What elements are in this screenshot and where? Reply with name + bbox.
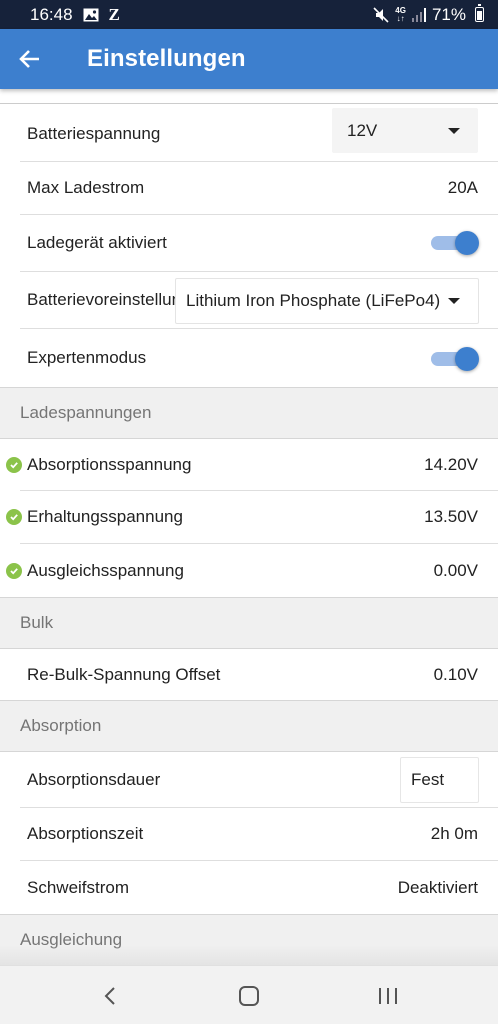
nav-recents-button[interactable]: [348, 966, 428, 1024]
status-time: 16:48: [30, 4, 73, 24]
tail-current-label: Schweifstrom: [27, 877, 130, 897]
float-voltage-row[interactable]: Erhaltungsspannung 13.50V: [6, 491, 498, 544]
max-charge-current-row[interactable]: Max Ladestrom 20A: [20, 162, 498, 215]
battery-preset-dropdown[interactable]: Lithium Iron Phosphate (LiFePo4): [175, 278, 479, 324]
absorption-duration-select[interactable]: Fest: [400, 757, 479, 803]
settings-list[interactable]: Batteriespannung 12V Max Ladestrom 20A L…: [0, 103, 498, 965]
expert-mode-label: Expertenmodus: [27, 348, 147, 367]
page-title: Einstellungen: [87, 45, 246, 72]
system-nav-bar: [0, 965, 498, 1024]
nav-back-button[interactable]: [70, 966, 150, 1024]
battery-icon: [475, 4, 484, 22]
rebulk-offset-value: 0.10V: [433, 664, 478, 684]
4g-icon: 4G ↓↑: [395, 5, 406, 23]
battery-voltage-dropdown[interactable]: 12V: [332, 108, 478, 153]
image-icon: [83, 8, 99, 22]
absorption-time-row[interactable]: Absorptionszeit 2h 0m: [20, 808, 498, 861]
equalization-voltage-row[interactable]: Ausgleichsspannung 0.00V: [6, 544, 498, 597]
tail-current-row[interactable]: Schweifstrom Deaktiviert: [20, 861, 498, 914]
arrow-left-icon: [18, 49, 40, 69]
z-icon: Z: [108, 4, 120, 24]
charger-enabled-row: Ladegerät aktiviert: [20, 215, 498, 272]
battery-preset-value: Lithium Iron Phosphate (LiFePo4): [186, 291, 441, 310]
caret-down-icon: [448, 298, 460, 304]
absorption-voltage-label: Absorptionsspannung: [27, 454, 192, 474]
equalization-voltage-label: Ausgleichsspannung: [27, 560, 184, 580]
battery-percent: 71%: [431, 4, 466, 24]
float-voltage-value: 13.50V: [424, 507, 478, 526]
absorption-voltage-row[interactable]: Absorptionsspannung 14.20V: [6, 439, 498, 491]
check-circle-icon: [6, 562, 22, 579]
section-header-bulk: Bulk: [0, 597, 498, 649]
signal-icon: [411, 7, 426, 22]
tail-current-value: Deaktiviert: [397, 877, 478, 897]
app-bar: Einstellungen: [0, 29, 498, 89]
float-voltage-label: Erhaltungsspannung: [27, 507, 183, 526]
mute-icon: [373, 6, 389, 23]
charger-enabled-label: Ladegerät aktiviert: [27, 233, 167, 252]
check-circle-icon: [6, 456, 22, 473]
section-header-charge-voltages: Ladespannungen: [0, 387, 498, 439]
section-header-absorption: Absorption: [0, 700, 498, 752]
recents-icon: [377, 986, 399, 1006]
battery-preset-label: Batterievoreinstellung: [27, 290, 175, 309]
max-charge-current-label: Max Ladestrom: [27, 178, 145, 197]
absorption-duration-value: Fest: [411, 770, 445, 789]
expert-mode-toggle[interactable]: [431, 346, 479, 372]
rebulk-offset-row[interactable]: Re-Bulk-Spannung Offset 0.10V: [20, 649, 498, 700]
section-header-equalization: Ausgleichung: [0, 914, 498, 965]
caret-down-icon: [448, 127, 460, 134]
absorption-time-value: 2h 0m: [430, 824, 478, 843]
absorption-time-label: Absorptionszeit: [27, 824, 144, 843]
status-bar: 16:48 Z 4G ↓↑ 71%: [0, 0, 498, 29]
max-charge-current-value: 20A: [447, 178, 478, 197]
nav-home-button[interactable]: [209, 966, 289, 1024]
battery-voltage-value: 12V: [347, 120, 378, 140]
rebulk-offset-label: Re-Bulk-Spannung Offset: [27, 664, 221, 684]
chevron-left-icon: [103, 986, 117, 1006]
back-button[interactable]: [0, 29, 58, 89]
check-circle-icon: [6, 509, 22, 525]
expert-mode-row: Expertenmodus: [20, 329, 498, 387]
home-icon: [238, 985, 260, 1007]
absorption-voltage-value: 14.20V: [424, 454, 478, 474]
charger-enabled-toggle[interactable]: [431, 230, 479, 256]
equalization-voltage-value: 0.00V: [433, 560, 478, 580]
